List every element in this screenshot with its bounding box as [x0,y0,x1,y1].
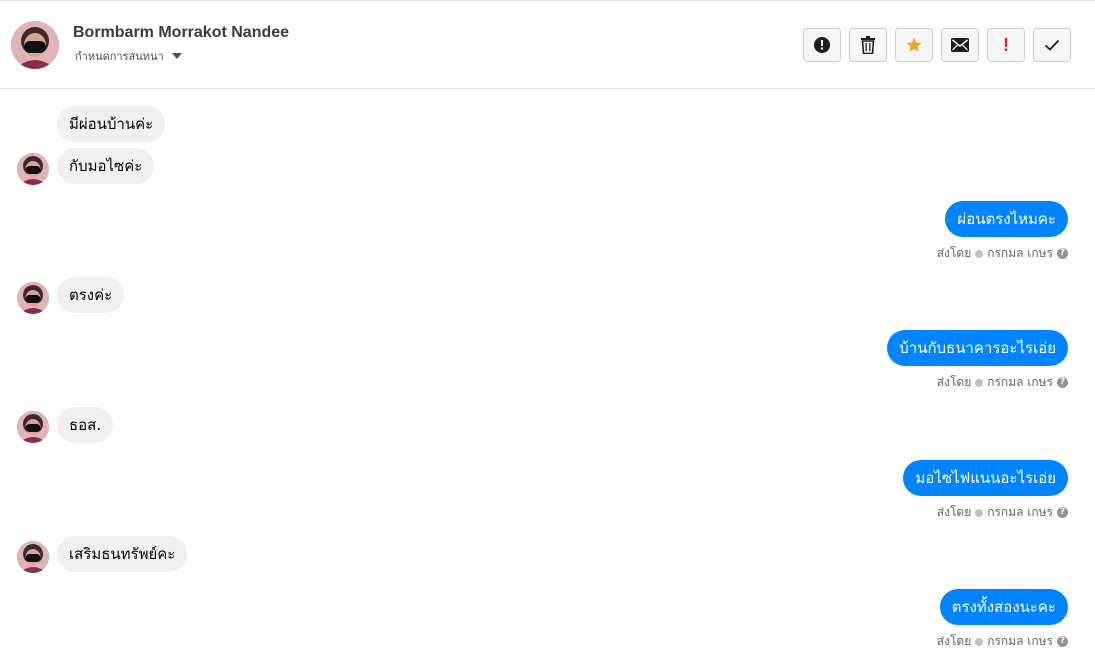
sent-by-agent[interactable]: กรกมล เกษร [987,632,1053,651]
incoming-message[interactable]: เสริมธนทรัพย์คะ [57,536,188,572]
star-button[interactable] [895,28,933,62]
incoming-message[interactable]: มีผ่อนบ้านค่ะ [57,106,166,142]
envelope-icon [951,38,969,52]
sent-by-info: ส่งโดย กรกมล เกษร ? [937,632,1068,651]
outgoing-message[interactable]: ตรงทั้งสองนะคะ [939,589,1068,625]
outgoing-message[interactable]: มอไซไฟแนนอะไรเอ่ย [903,460,1068,496]
contact-avatar-small[interactable] [17,541,49,573]
help-icon[interactable]: ? [1057,636,1068,647]
sent-by-agent[interactable]: กรกมล เกษร [987,373,1053,392]
contact-avatar-small[interactable] [17,153,49,185]
alert-circle-icon [814,37,830,53]
contact-avatar-small[interactable] [17,282,49,314]
help-icon[interactable]: ? [1057,507,1068,518]
schedule-label: กำหนดการสนทนา [75,50,164,63]
incoming-message[interactable]: ตรงค่ะ [57,277,125,313]
sent-by-info: ส่งโดย กรกมล เกษร ? [937,244,1068,263]
contact-avatar-small[interactable] [17,411,49,443]
sent-by-info: ส่งโดย กรกมล เกษร ? [937,373,1068,392]
trash-icon [861,36,875,54]
contact-name[interactable]: Bormbarm Morrakot Nandee [73,24,289,42]
sent-by-label: ส่งโดย [936,375,972,389]
sent-by-agent[interactable]: กรกมล เกษร [987,244,1053,263]
contact-avatar[interactable] [11,21,59,69]
incoming-message[interactable]: ธอส. [57,407,114,443]
help-icon[interactable]: ? [1057,377,1068,388]
conversation-toolbar: ! [803,28,1071,62]
sent-by-info: ส่งโดย กรกมล เกษร ? [937,503,1068,522]
seen-check-icon [975,249,984,258]
sent-by-label: ส่งโดย [936,505,972,519]
message-thread[interactable]: มีผ่อนบ้านค่ะ กับมอไซค่ะ ผ่อนตรงไหมคะ ส่… [0,89,1095,667]
star-icon [906,37,922,52]
delete-button[interactable] [849,28,887,62]
seen-check-icon [975,637,984,646]
spam-button[interactable]: ! [987,28,1025,62]
seen-check-icon [975,508,984,517]
check-icon [1044,39,1060,51]
seen-check-icon [975,378,984,387]
help-icon[interactable]: ? [1057,248,1068,259]
caret-down-icon [171,53,182,59]
outgoing-message[interactable]: ผ่อนตรงไหมคะ [945,201,1068,237]
exclamation-icon: ! [1003,35,1009,55]
sent-by-label: ส่งโดย [936,246,972,260]
report-button[interactable] [803,28,841,62]
sent-by-label: ส่งโดย [936,634,972,648]
mark-unread-button[interactable] [941,28,979,62]
incoming-message[interactable]: กับมอไซค่ะ [57,148,155,184]
done-button[interactable] [1033,28,1071,62]
sent-by-agent[interactable]: กรกมล เกษร [987,503,1053,522]
conversation-schedule-dropdown[interactable]: กำหนดการสนทนา [75,47,182,65]
outgoing-message[interactable]: บ้านกับธนาคารอะไรเอ่ย [887,330,1068,366]
conversation-header: Bormbarm Morrakot Nandee กำหนดการสนทนา ! [0,0,1095,89]
